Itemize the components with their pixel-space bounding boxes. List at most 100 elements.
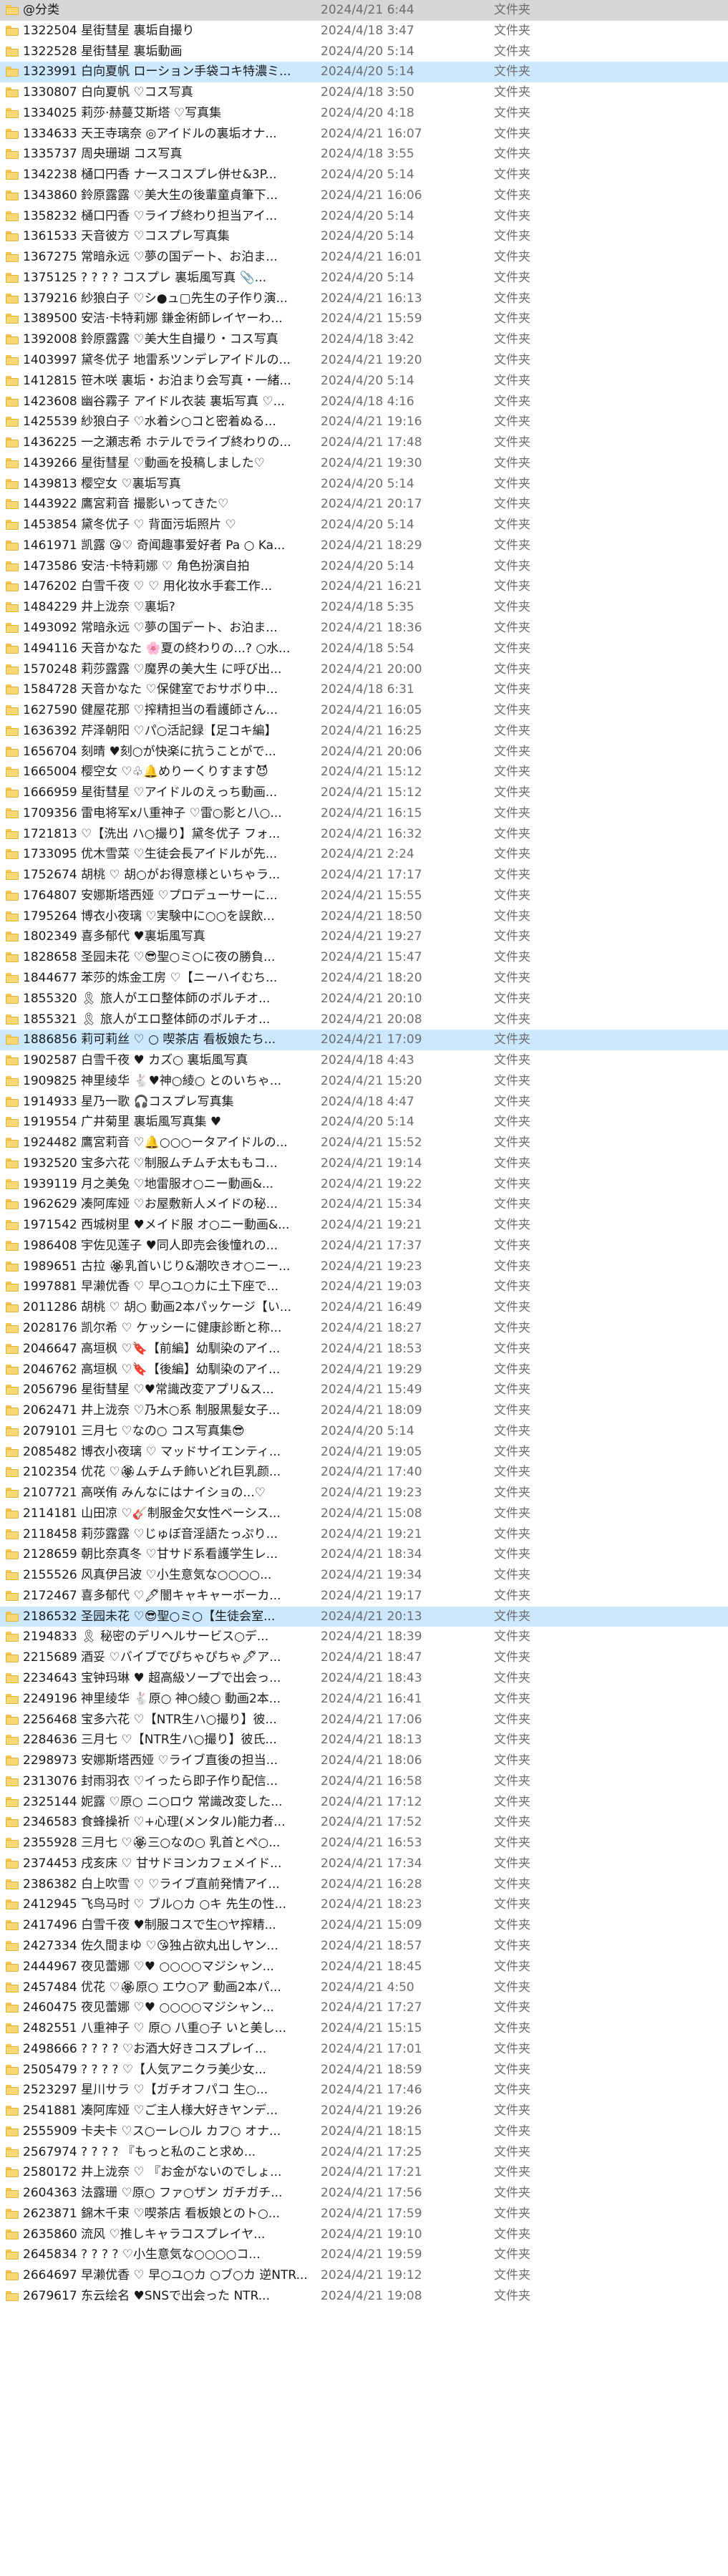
folder-row[interactable]: 2107721 高咲侑 みんなにはナイショの...♡ 2024/4/21 19:2… <box>0 1483 728 1504</box>
folder-row[interactable]: 2062471 井上泷奈 ♡乃木○系 制服黒髪女子... 2024/4/21 18… <box>0 1400 728 1421</box>
folder-row[interactable]: 2523297 星川サラ ♡【ガチオフパコ 生○... 2024/4/21 17:… <box>0 2080 728 2101</box>
folder-row[interactable]: 1330807 白向夏帆 ♡コス写真 2024/4/18 3:50 文件夹 <box>0 82 728 103</box>
folder-row[interactable]: 2215689 酒妥 ♡バイブでぴちゃぴちゃ🖊ア... 2024/4/21 18:… <box>0 1647 728 1668</box>
folder-row[interactable]: 2325144 妮露 ♡原○ ニ○ロウ 常識改変した... 2024/4/21 1… <box>0 1792 728 1813</box>
folder-row[interactable]: 1322528 星街彗星 裏垢動画 2024/4/20 5:14 文件夹 <box>0 42 728 62</box>
folder-row[interactable]: 1453854 黛冬优子 ♡ 背面污垢照片 ♡ 2024/4/20 5:14 文件夹 <box>0 515 728 536</box>
folder-row[interactable]: 1986408 宇佐见莲子 ♥同人即売会後憧れの... 2024/4/21 17:… <box>0 1236 728 1256</box>
folder-row[interactable]: @分类 2024/4/21 6:44 文件夹 <box>0 0 728 21</box>
folder-row[interactable]: 1636392 芹泽朝阳 ♡パ○活記録【足コキ編】 2024/4/21 16:25… <box>0 721 728 742</box>
folder-row[interactable]: 2118458 莉莎露露 ♡じゅぼ音淫語たっぷり... 2024/4/21 19:… <box>0 1524 728 1545</box>
folder-row[interactable]: 2256468 宝多六花 ♡【NTR生ハ○撮り】彼... 2024/4/21 17… <box>0 1710 728 1730</box>
folder-row[interactable]: 1392008 鈴原露露 ♡美大生自撮り・コス写真 2024/4/18 3:42 文… <box>0 329 728 350</box>
folder-row[interactable]: 1367275 常暗永远 ♡夢の国デート、お泊ま... 2024/4/21 16:… <box>0 247 728 268</box>
folder-row[interactable]: 1752674 胡桃 ♡ 胡○がお得意様といちゃラ... 2024/4/21 17… <box>0 865 728 886</box>
folder-row[interactable]: 2635860 流风 ♡推しキャラコスプレイヤ... 2024/4/21 19:1… <box>0 2224 728 2245</box>
folder-row[interactable]: 1358232 樋口円香 ♡ライブ終わり担当アイ... 2024/4/20 5:1… <box>0 206 728 227</box>
folder-row[interactable]: 1570248 莉莎露露 ♡魔界の美大生 に呼び出... 2024/4/21 20… <box>0 659 728 680</box>
folder-row[interactable]: 2444967 夜见蕾娜 ♡♥ ○○○○マジシャン... 2024/4/21 18… <box>0 1957 728 1977</box>
folder-row[interactable]: 1844677 苯莎的炼金工房 ♡【ニーハイむち... 2024/4/21 18:… <box>0 968 728 989</box>
folder-row[interactable]: 1343860 鈴原露露 ♡美大生の後輩童貞筆下... 2024/4/21 16:… <box>0 185 728 206</box>
folder-row[interactable]: 2056796 星街彗星 ♡♥常識改変アプリ&ス... 2024/4/21 15:… <box>0 1380 728 1400</box>
folder-row[interactable]: 2194833 🎗 秘密のデリヘルサービス○デ... 2024/4/21 18:3… <box>0 1627 728 1647</box>
folder-row[interactable]: 2505479 ? ? ? ? ♡【人気アニクラ美少女... 2024/4/21 … <box>0 2060 728 2081</box>
folder-row[interactable]: 1627590 健屋花那 ♡搾精担当の看護師さん... 2024/4/21 16:… <box>0 700 728 721</box>
folder-row[interactable]: 1436225 一之瀬志希 ホテルでライブ終わりの... 2024/4/21 17… <box>0 432 728 453</box>
folder-row[interactable]: 2313076 封雨羽衣 ♡イったら即子作り配信... 2024/4/21 16:… <box>0 1771 728 1792</box>
folder-row[interactable]: 2186532 圣园未花 ♡😎聖○ミ○【生徒会室... 2024/4/21 20:… <box>0 1606 728 1627</box>
folder-row[interactable]: 1989651 古拉 🏵乳首いじり&潮吹きオ○ニー... 2024/4/21 19… <box>0 1256 728 1277</box>
folder-row[interactable]: 2386382 白上吹雪 ♡ ♡ライブ直前発情アイ... 2024/4/21 16… <box>0 1874 728 1895</box>
folder-row[interactable]: 1924482 鷹宮莉音 ♡🔔○○○ータアイドルの... 2024/4/21 15… <box>0 1133 728 1153</box>
folder-row[interactable]: 2346583 食蜂操祈 ♡+心理(メンタル)能力者... 2024/4/21 1… <box>0 1812 728 1833</box>
folder-row[interactable]: 1909825 神里绫华 🐇♥神○綾○ とのいちゃ... 2024/4/21 15… <box>0 1071 728 1092</box>
folder-row[interactable]: 1484229 井上泷奈 ♡裏垢? 2024/4/18 5:35 文件夹 <box>0 597 728 618</box>
folder-row[interactable]: 1461971 凯露 😘♡ 奇闻趣事爱好者 Pa ○ Ka... 2024/4/2… <box>0 536 728 556</box>
folder-row[interactable]: 2234643 宝钟玛琳 ♥ 超高級ソープで出会っ... 2024/4/21 18… <box>0 1668 728 1689</box>
folder-row[interactable]: 1971542 西城树里 ♥メイド服 オ○ニー動画&... 2024/4/21 1… <box>0 1215 728 1236</box>
folder-row[interactable]: 1795264 博衣小夜璃 ♡実験中に○○を誤飲... 2024/4/21 18:… <box>0 906 728 927</box>
folder-row[interactable]: 1886856 莉可莉丝 ♡ ○ 喫茶店 看板娘たち... 2024/4/21 1… <box>0 1030 728 1051</box>
folder-row[interactable]: 2604363 法露珊 ♡原○ ファ○ザン ガチガチ... 2024/4/21 1… <box>0 2183 728 2204</box>
folder-row[interactable]: 1733095 优木雪菜 ♡生徒会長アイドルが先... 2024/4/21 2:2… <box>0 844 728 865</box>
folder-row[interactable]: 2460475 夜见蕾娜 ♡♥ ○○○○マジシャン... 2024/4/21 17… <box>0 1998 728 2018</box>
folder-row[interactable]: 2555909 卡夫卡 ♡ス○ーレ○ル カフ○ オナ... 2024/4/21 1… <box>0 2121 728 2142</box>
folder-row[interactable]: 1322504 星街彗星 裏垢自撮り 2024/4/18 3:47 文件夹 <box>0 21 728 42</box>
folder-row[interactable]: 2284636 三月七 ♡【NTR生ハ○撮り】彼氏... 2024/4/21 18… <box>0 1730 728 1751</box>
folder-row[interactable]: 2457484 优花 ♡🏵原○ エウ○ア 動画2本パ... 2024/4/21 4… <box>0 1977 728 1998</box>
folder-row[interactable]: 1361533 天音彼方 ♡コスプレ写真集 2024/4/20 5:14 文件夹 <box>0 226 728 247</box>
folder-row[interactable]: 1439813 樱空女 ♡裏垢写真 2024/4/20 5:14 文件夹 <box>0 474 728 495</box>
folder-row[interactable]: 2155526 风真伊吕波 ♡小生意気な○○○○... 2024/4/21 19:… <box>0 1565 728 1586</box>
folder-row[interactable]: 2085482 博衣小夜璃 ♡ マッドサイエンティ... 2024/4/21 19… <box>0 1442 728 1463</box>
folder-row[interactable]: 2046762 高垣枫 ♡🔖【後編】幼馴染のアイ... 2024/4/21 19:… <box>0 1360 728 1380</box>
folder-row[interactable]: 1802349 喜多郁代 ♥裏垢風写真 2024/4/21 19:27 文件夹 <box>0 926 728 947</box>
folder-row[interactable]: 2355928 三月七 ♡🏵三○なの○ 乳首とペ○... 2024/4/21 16… <box>0 1833 728 1854</box>
folder-row[interactable]: 2623871 錦木千束 ♡喫茶店 看板娘とのト○... 2024/4/21 17… <box>0 2204 728 2224</box>
folder-row[interactable]: 2412945 飞鸟马时 ♡ ブル○カ ○キ 先生の性... 2024/4/21 … <box>0 1894 728 1915</box>
folder-row[interactable]: 1443922 鷹宮莉音 撮影いってきた♡ 2024/4/21 20:17 文件夹 <box>0 494 728 515</box>
folder-row[interactable]: 2427334 佐久間まゆ ♡😘独占欲丸出しヤン... 2024/4/21 18:… <box>0 1936 728 1957</box>
folder-row[interactable]: 1412815 笹木咲 裏垢・お泊まり会写真・一緒... 2024/4/20 5:… <box>0 371 728 392</box>
folder-row[interactable]: 1914933 星乃一歌 🎧コスプレ写真集 2024/4/18 4:47 文件夹 <box>0 1092 728 1113</box>
folder-row[interactable]: 1379216 紗狼白子 ♡シ●ュ▢先生の子作り演... 2024/4/21 16… <box>0 289 728 309</box>
folder-row[interactable]: 2028176 凯尔希 ♡ ケッシーに健康診断と称... 2024/4/21 18… <box>0 1318 728 1339</box>
folder-row[interactable]: 2114181 山田凉 ♡🎸制服金欠女性ベーシス... 2024/4/21 15:… <box>0 1504 728 1524</box>
folder-row[interactable]: 2011286 胡桃 ♡ 胡○ 動画2本パッケージ【い... 2024/4/21 … <box>0 1297 728 1318</box>
folder-row[interactable]: 2567974 ? ? ? ? 『もっと私のこと求め... 2024/4/21 1… <box>0 2142 728 2163</box>
folder-row[interactable]: 1494116 天音かなた 🌸夏の終わりの...? ○水... 2024/4/18… <box>0 639 728 659</box>
folder-row[interactable]: 2079101 三月七 ♡なの○ コス写真集😎 2024/4/20 5:14 文件夹 <box>0 1421 728 1442</box>
folder-row[interactable]: 1919554 广井菊里 裏垢風写真集 ♥ 2024/4/20 5:14 文件夹 <box>0 1112 728 1133</box>
folder-row[interactable]: 2374453 戌亥床 ♡ 甘サドヨンカフェメイド... 2024/4/21 17… <box>0 1854 728 1874</box>
folder-row[interactable]: 1962629 凑阿库娅 ♡お屋敷新人メイドの秘... 2024/4/21 15:… <box>0 1194 728 1215</box>
folder-row[interactable]: 2046647 高垣枫 ♡🔖【前編】幼馴染のアイ... 2024/4/21 18:… <box>0 1339 728 1360</box>
folder-row[interactable]: 1584728 天音かなた ♡保健室でおサボり中... 2024/4/18 6:3… <box>0 679 728 700</box>
folder-row[interactable]: 1902587 白雪千夜 ♥ カズ○ 裏垢風写真 2024/4/18 4:43 文件… <box>0 1050 728 1071</box>
folder-row[interactable]: 1335737 周央珊瑚 コス写真 2024/4/18 3:55 文件夹 <box>0 144 728 165</box>
folder-row[interactable]: 1666959 星街彗星 ♡アイドルのえっち動画... 2024/4/21 15:… <box>0 783 728 803</box>
folder-row[interactable]: 2102354 优花 ♡🏵ムチムチ飾いどれ巨乳颜... 2024/4/21 17:… <box>0 1462 728 1483</box>
folder-row[interactable]: 2645834 ? ? ? ? ♡小生意気な○○○○コ... 2024/4/21 … <box>0 2245 728 2265</box>
folder-row[interactable]: 1493092 常暗永远 ♡夢の国デート、お泊ま... 2024/4/21 18:… <box>0 618 728 639</box>
folder-row[interactable]: 1423608 幽谷霧子 アイドル衣装 裏垢写真 ♡... 2024/4/18 4… <box>0 392 728 412</box>
folder-row[interactable]: 1656704 刻晴 ♥刻○が快楽に抗うことがで... 2024/4/21 20:… <box>0 742 728 762</box>
folder-row[interactable]: 1764807 安娜斯塔西娅 ♡プロデューサーに... 2024/4/21 15:… <box>0 886 728 906</box>
folder-row[interactable]: 1828658 圣园未花 ♡😎聖○ミ○に夜の勝負... 2024/4/21 15:… <box>0 947 728 968</box>
folder-row[interactable]: 1389500 安洁·卡特莉娜 鎌金術師レイヤーわ... 2024/4/21 15… <box>0 309 728 329</box>
folder-row[interactable]: 2172467 喜多郁代 ♡🖊闇キャキャーボーカ... 2024/4/21 19:… <box>0 1586 728 1607</box>
folder-row[interactable]: 1334633 天王寺璃奈 ◎アイドルの裏垢オナ... 2024/4/21 16:… <box>0 124 728 145</box>
folder-row[interactable]: 1476202 白雪千夜 ♡ ♡ 用化妆水手套工作... 2024/4/21 16… <box>0 576 728 597</box>
folder-row[interactable]: 2498666 ? ? ? ? ♡お酒大好きコスプレイ... 2024/4/21 … <box>0 2039 728 2060</box>
folder-row[interactable]: 1375125 ? ? ? ? コスプレ 裏垢風写真 📎... 2024/4/20… <box>0 268 728 289</box>
folder-row[interactable]: 1342238 樋口円香 ナースコスプレ併せ&3P... 2024/4/20 5:… <box>0 165 728 185</box>
folder-row[interactable]: 2664697 早濑优香 ♡ 早○ユ○カ ○ブ○カ 逆NTR... 2024/4/… <box>0 2265 728 2286</box>
folder-row[interactable]: 2298973 安娜斯塔西娅 ♡ライブ直後の担当... 2024/4/21 18:… <box>0 1751 728 1771</box>
folder-row[interactable]: 2679617 东云绘名 ♥SNSで出会った NTR... 2024/4/21 1… <box>0 2286 728 2307</box>
folder-row[interactable]: 1334025 莉莎·赫蔓艾斯塔 ♡写真集 2024/4/20 4:18 文件夹 <box>0 103 728 124</box>
folder-row[interactable]: 1855320 🎗 旅人がエロ整体師のボルチオ... 2024/4/21 20:1… <box>0 989 728 1009</box>
folder-row[interactable]: 1932520 宝多六花 ♡制服ムチムチ太ももコ... 2024/4/21 19:… <box>0 1153 728 1174</box>
folder-row[interactable]: 1403997 黛冬优子 地雷系ツンデレアイドルの... 2024/4/21 19… <box>0 350 728 371</box>
folder-row[interactable]: 1665004 樱空女 ♡♧🔔めりーくりすます😈 2024/4/21 15:12 文… <box>0 762 728 783</box>
folder-row[interactable]: 1323991 白向夏帆 ローション手袋コキ特濃ミ... 2024/4/20 5:… <box>0 62 728 83</box>
folder-row[interactable]: 1855321 🎗 旅人がエロ整体師のボルチオ... 2024/4/21 20:0… <box>0 1009 728 1030</box>
folder-row[interactable]: 2482551 八重神子 ♡ 原○ 八重○子 いと美し... 2024/4/21 … <box>0 2018 728 2039</box>
